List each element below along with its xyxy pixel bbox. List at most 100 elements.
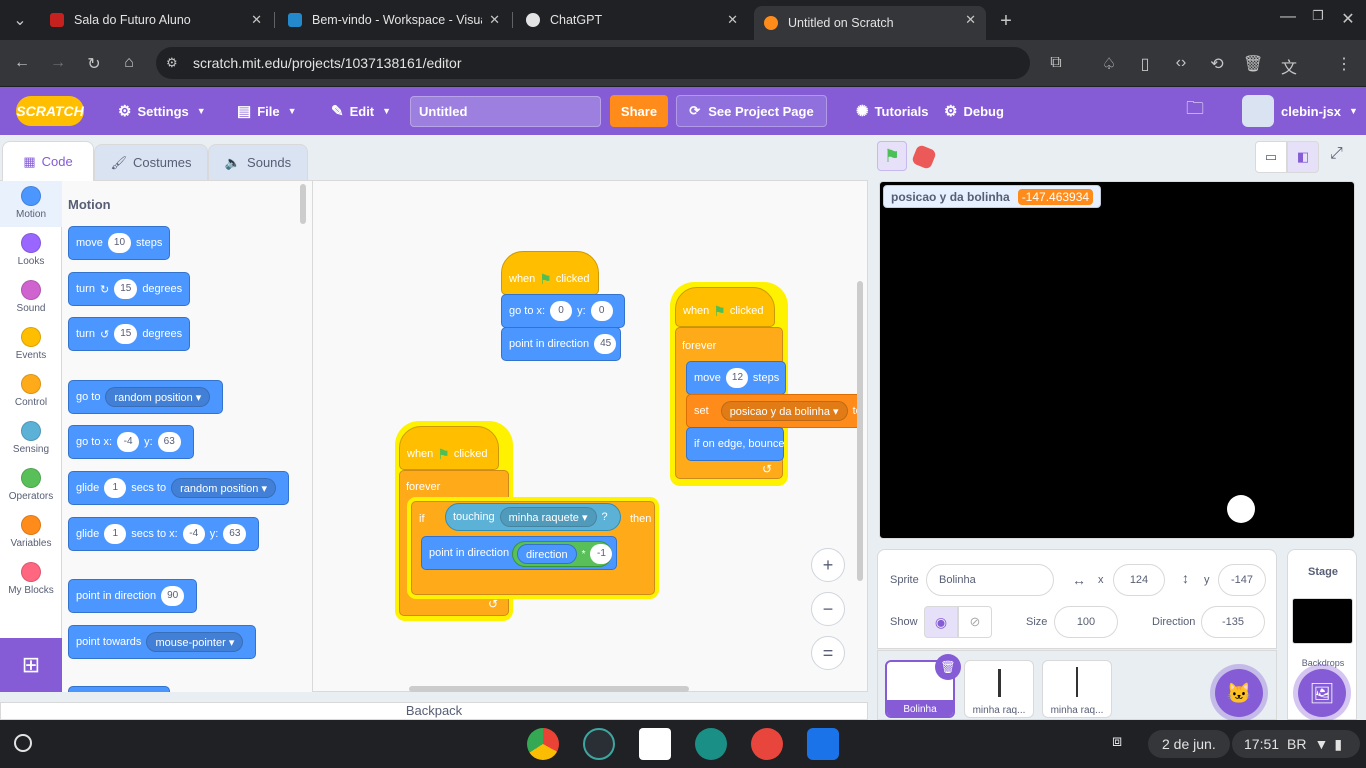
tab-sounds[interactable]: 🔈 Sounds [208,144,308,180]
minimize-icon[interactable]: — [1278,8,1298,26]
palette-goto-block[interactable]: go to random position ▾ [68,380,224,414]
stage-canvas[interactable] [879,181,1355,539]
choose-sprite-button[interactable]: 🐱 [1215,669,1263,717]
my-stuff-folder-icon[interactable]: 🗀 [1186,87,1204,135]
edit-menu[interactable]: ✎ Edit ▼ [331,87,391,135]
s2-move-steps-input[interactable]: 12 [725,368,748,388]
category-variables[interactable]: Variables [0,515,62,549]
browser-tab-scratch[interactable]: Untitled on Scratch ✕ [754,6,986,40]
s3-point-direction-block[interactable]: point in direction direction * -1 [421,536,617,570]
browser-tab-vscode[interactable]: Bem-vindo - Workspace - Visual ✕ [288,6,500,34]
turn-degrees-input[interactable]: 15 [114,324,138,344]
palette-next-block[interactable] [68,686,170,692]
show-hidden-button[interactable]: ⊘ [958,606,992,638]
avatar[interactable] [1242,95,1274,127]
project-title-input[interactable]: Untitled [410,96,601,127]
fullscreen-icon[interactable]: ⤢ [1330,145,1343,163]
turn-degrees-input[interactable]: 15 [114,279,138,299]
settings-menu[interactable]: ⚙ Settings ▼ [118,87,206,135]
delete-icon[interactable]: 🗑 [1243,54,1263,74]
s1-goto-x-input[interactable]: 0 [550,301,573,321]
launcher-icon[interactable] [14,734,32,752]
script-vertical-scrollbar[interactable] [857,281,863,581]
tutorials-menu[interactable]: ✺ Tutorials [856,87,929,135]
network-app-icon[interactable] [583,728,615,760]
script-area[interactable]: when ⚑ clicked go to x: 0 y: 0 point in direc… [312,180,868,692]
date-chip[interactable]: 2 de jun. [1148,730,1230,758]
s1-point-direction-block[interactable]: point in direction 45 [501,327,621,361]
share-button[interactable]: Share [610,95,668,127]
show-visible-button[interactable]: ◉ [924,606,958,638]
category-sensing[interactable]: Sensing [0,421,62,455]
large-stage-button[interactable]: ◧ [1287,141,1319,173]
file-menu[interactable]: ▤ File ▼ [237,87,297,135]
s2-when-flag-clicked-block[interactable]: when ⚑ clicked [675,287,775,327]
x-input[interactable]: 124 [1113,564,1165,596]
y-input[interactable]: -147 [1218,564,1266,596]
reload-icon[interactable]: ↻ [84,54,104,74]
zoom-reset-button[interactable]: = [811,636,845,670]
tab-code[interactable]: ▦ Code [2,141,94,181]
chrome-app-icon[interactable] [527,728,559,760]
sprite-thumb-raquete-1[interactable]: minha raq... [964,660,1034,718]
s3-touching-block[interactable]: touching minha raquete ▾? [445,503,621,531]
palette-point-direction-block[interactable]: point in direction 90 [68,579,198,613]
back-icon[interactable]: ← [12,54,32,72]
url-text[interactable]: scratch.mit.edu/projects/1037138161/edit… [193,55,462,71]
status-tray[interactable]: 17:51 BR ▼ ▮ [1232,730,1360,758]
s3-multiply-operator[interactable]: direction * -1 [512,541,613,567]
category-operators[interactable]: Operators [0,468,62,502]
tote-icon[interactable]: ⧈ [1112,733,1122,751]
history-icon[interactable]: ⟲ [1207,54,1227,74]
close-window-icon[interactable]: ✕ [1338,9,1358,29]
s1-goto-xy-block[interactable]: go to x: 0 y: 0 [501,294,625,328]
size-input[interactable]: 100 [1054,606,1118,638]
green-flag-button[interactable]: ⚑ [877,141,907,171]
s1-when-flag-clicked-block[interactable]: when ⚑ clicked [501,251,599,295]
gotoxy-x-input[interactable]: -4 [117,432,140,452]
goto-target-dropdown[interactable]: random position ▾ [105,387,211,407]
palette-scrollbar[interactable] [300,184,306,224]
palette-turn-left-block[interactable]: turn ↺ 15 degrees [68,317,191,351]
sala-futuro-app-icon[interactable] [639,728,671,760]
see-project-page-button[interactable]: ⟳ See Project Page [676,95,827,127]
glide-secs-input[interactable]: 1 [104,478,127,498]
gotoxy-y-input[interactable]: 63 [157,432,181,452]
translate-icon[interactable]: 文 [1279,54,1299,78]
category-events[interactable]: Events [0,327,62,361]
home-icon[interactable]: ⌂ [119,54,139,72]
direction-input[interactable]: -135 [1201,606,1265,638]
point-direction-input[interactable]: 90 [161,586,185,606]
extensions-icon[interactable]: ⧉ [1046,54,1066,72]
glidexy-y-input[interactable]: 63 [223,524,247,544]
s3-multiplier-input[interactable]: -1 [590,544,613,564]
close-tab-icon[interactable]: ✕ [489,12,500,28]
category-my-blocks[interactable]: My Blocks [0,562,62,596]
add-extension-button[interactable]: ⊞ [0,638,62,692]
scratch-logo[interactable]: SCRATCH [16,96,84,126]
category-motion[interactable]: Motion [0,186,62,220]
glidexy-x-input[interactable]: -4 [182,524,205,544]
close-tab-icon[interactable]: ✕ [965,12,976,28]
s3-touching-dropdown[interactable]: minha raquete ▾ [499,507,597,527]
small-stage-button[interactable]: ▭ [1255,141,1287,173]
sprite-thumb-raquete-2[interactable]: minha raq... [1042,660,1112,718]
towards-target-dropdown[interactable]: mouse-pointer ▾ [146,632,244,652]
incognito-icon[interactable]: ♤ [1099,54,1119,74]
move-steps-input[interactable]: 10 [107,233,132,253]
delete-sprite-button[interactable]: 🗑 [935,654,961,680]
new-tab-icon[interactable]: + [996,10,1016,33]
script-horizontal-scrollbar[interactable] [409,686,689,692]
palette-gotoxy-block[interactable]: go to x: -4 y: 63 [68,425,194,459]
category-control[interactable]: Control [0,374,62,408]
s2-variable-dropdown[interactable]: posicao y da bolinha ▾ [720,401,848,421]
tab-search-icon[interactable]: ⌄ [10,10,30,30]
chrome-menu-icon[interactable]: ⋮ [1334,54,1354,74]
variable-monitor[interactable]: posicao y da bolinha -147.463934 [883,185,1102,208]
palette-glidexy-block[interactable]: glide 1 secs to x: -4 y: 63 [68,517,260,551]
devtools-icon[interactable]: ‹› [1171,54,1191,72]
s1-point-direction-input[interactable]: 45 [594,334,617,354]
zoom-out-button[interactable]: − [811,592,845,626]
backpack[interactable]: Backpack [0,702,868,720]
stage-thumbnail[interactable] [1292,598,1353,644]
